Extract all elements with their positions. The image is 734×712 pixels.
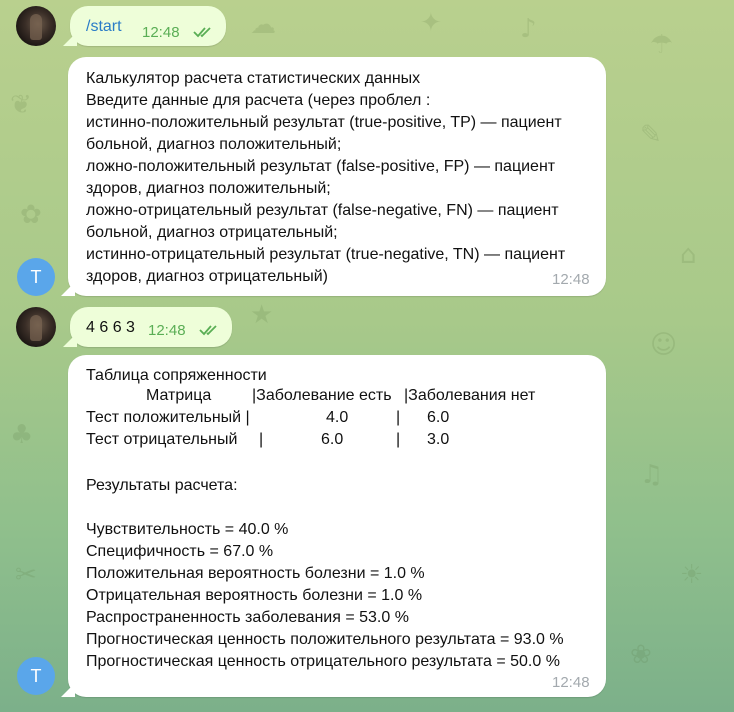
table-cell: 6.0 — [321, 431, 344, 448]
message-line: истинно-положительный результат (true-po… — [86, 114, 562, 131]
table-cell: 3.0 — [427, 431, 450, 448]
command-link[interactable]: /start — [86, 16, 122, 38]
message-body: Таблица сопряженности Матрица |Заболеван… — [86, 365, 601, 673]
bot-avatar-letter: T — [30, 665, 42, 686]
table-title: Таблица сопряженности — [86, 367, 267, 384]
table-cell: | — [259, 431, 264, 448]
message-line: Введите данные для расчета (через пробле… — [86, 92, 431, 109]
message-incoming[interactable]: Калькулятор расчета статистических данны… — [68, 57, 606, 296]
message-incoming[interactable]: Таблица сопряженности Матрица |Заболеван… — [68, 355, 606, 697]
table-header-cell: Матрица — [146, 387, 212, 404]
message-line: больной, диагноз положительный; — [86, 136, 342, 153]
message-line: Калькулятор расчета статистических данны… — [86, 70, 421, 87]
table-cell: Тест положительный | — [86, 409, 250, 426]
message-line: здоров, диагноз отрицательный) — [86, 268, 328, 285]
table-header-row: Матрица |Заболевание есть |Заболевания н… — [86, 387, 601, 409]
read-check-icon — [199, 325, 217, 336]
result-line: Положительная вероятность болезни = 1.0 … — [86, 565, 425, 582]
message-line: ложно-отрицательный результат (false-neg… — [86, 202, 559, 219]
result-line: Чувствительность = 40.0 % — [86, 521, 289, 538]
table-cell: 4.0 — [326, 409, 349, 426]
table-header-cell: |Заболевания нет — [404, 387, 536, 404]
table-header-cell: |Заболевание есть — [252, 387, 392, 404]
read-check-icon — [193, 27, 211, 38]
message-time: 12:48 — [148, 322, 186, 339]
table-cell: | — [396, 431, 401, 448]
bot-avatar[interactable]: T — [17, 258, 55, 296]
message-time: 12:48 — [552, 271, 590, 288]
bot-avatar[interactable]: T — [17, 657, 55, 695]
message-outgoing[interactable]: /start 12:48 — [70, 6, 226, 46]
message-line: истинно-отрицательный результат (true-ne… — [86, 246, 566, 263]
message-text: 4 6 6 3 — [86, 319, 135, 336]
result-line: Специфичность = 67.0 % — [86, 543, 274, 560]
message-body: Калькулятор расчета статистических данны… — [86, 68, 565, 288]
message-line: больной, диагноз отрицательный; — [86, 224, 338, 241]
result-line: Отрицательная вероятность болезни = 1.0 … — [86, 587, 423, 604]
message-outgoing[interactable]: 4 6 6 3 12:48 — [70, 307, 232, 347]
bot-avatar-letter: T — [30, 266, 42, 287]
table-cell: | — [396, 409, 401, 426]
table-row: Тест отрицательный | 6.0 | 3.0 — [86, 431, 601, 453]
user-avatar[interactable] — [16, 307, 56, 347]
message-line: здоров, диагноз положительный; — [86, 180, 331, 197]
message-time: 12:48 — [552, 674, 590, 691]
result-line: Распространенность заболевания = 53.0 % — [86, 609, 409, 626]
table-row: Тест положительный | 4.0 | 6.0 — [86, 409, 601, 431]
table-cell: 6.0 — [427, 409, 450, 426]
result-line: Прогностическая ценность положительного … — [86, 631, 564, 648]
table-cell: Тест отрицательный — [86, 431, 238, 448]
result-line: Прогностическая ценность отрицательного … — [86, 653, 560, 670]
user-avatar[interactable] — [16, 6, 56, 46]
results-title: Результаты расчета: — [86, 477, 238, 494]
message-line: ложно-положительный результат (false-pos… — [86, 158, 556, 175]
message-time: 12:48 — [142, 24, 180, 41]
